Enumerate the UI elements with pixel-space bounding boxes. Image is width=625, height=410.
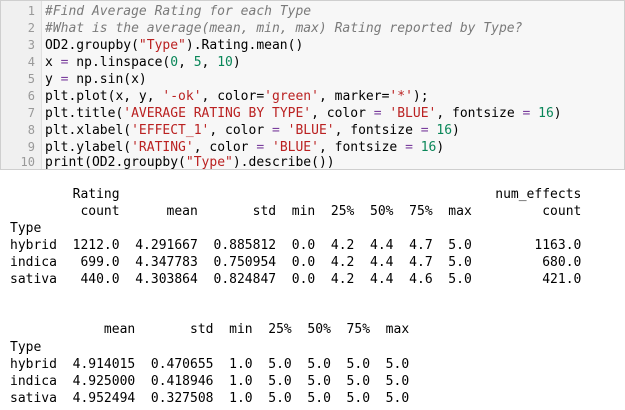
operator: = bbox=[373, 106, 382, 121]
line-number: 8 bbox=[27, 123, 35, 137]
code-token: ).Rating.mean() bbox=[185, 38, 304, 53]
code-token: ) bbox=[452, 123, 460, 138]
code-token: ) bbox=[553, 106, 562, 121]
string-literal: "Type" bbox=[185, 155, 233, 170]
code-token: plt.title( bbox=[45, 106, 124, 121]
string-literal: "Type" bbox=[138, 38, 186, 53]
table-row: sativa 4.952494 0.327508 1.0 5.0 5.0 5.0… bbox=[10, 391, 410, 406]
code-line-3[interactable]: OD2.groupby("Type").Rating.mean() bbox=[45, 37, 303, 54]
line-number: 2 bbox=[27, 21, 35, 35]
operator: = bbox=[272, 123, 280, 138]
line-number-gutter: 1 2 3 4 5 6 7 8 9 10 bbox=[1, 1, 42, 169]
line-number: 7 bbox=[27, 106, 35, 120]
code-token: np.linspace( bbox=[68, 55, 171, 70]
line-number: 10 bbox=[20, 155, 35, 169]
string-literal: 'AVERAGE RATING BY TYPE' bbox=[123, 106, 312, 121]
operator: = bbox=[256, 140, 265, 155]
code-token: plt.xlabel( bbox=[45, 123, 132, 138]
string-literal: '-ok' bbox=[162, 89, 202, 104]
code-token: plt.plot(x, y, bbox=[45, 89, 163, 104]
line-number: 3 bbox=[27, 38, 35, 52]
code-token: y bbox=[45, 72, 61, 87]
code-token: , marker= bbox=[318, 89, 390, 104]
output1-index-label: Type bbox=[10, 221, 42, 236]
code-line-10[interactable]: print(OD2.groupby("Type").describe()) bbox=[45, 154, 335, 171]
code-token: np.sin(x) bbox=[68, 72, 147, 87]
string-literal: 'BLUE' bbox=[287, 123, 335, 138]
code-token: , fontsize bbox=[436, 106, 523, 121]
operator: = bbox=[405, 140, 413, 155]
line-number: 5 bbox=[27, 72, 35, 86]
output2-index-label: Type bbox=[10, 340, 42, 355]
number-literal: 16 bbox=[420, 140, 437, 155]
code-token: , bbox=[178, 55, 194, 70]
number-literal: 5 bbox=[193, 55, 202, 70]
string-literal: 'EFFECT_1' bbox=[131, 123, 210, 138]
code-line-4[interactable]: x = np.linspace(0, 5, 10) bbox=[45, 54, 241, 71]
output1-header-2: count mean std min 25% 50% 75% max count bbox=[10, 204, 582, 219]
code-line-2[interactable]: #What is the average(mean, min, max) Rat… bbox=[45, 20, 522, 37]
code-token: , fontsize bbox=[334, 123, 421, 138]
code-token: , fontsize bbox=[318, 140, 406, 155]
code-line-7[interactable]: plt.title('AVERAGE RATING BY TYPE', colo… bbox=[45, 105, 562, 122]
code-token: ) bbox=[436, 140, 445, 155]
string-literal: 'RATING' bbox=[131, 140, 194, 155]
code-token: , color bbox=[209, 123, 272, 138]
code-token: , bbox=[201, 55, 218, 70]
code-line-6[interactable]: plt.plot(x, y, '-ok', color='green', mar… bbox=[45, 88, 429, 105]
string-literal: 'BLUE' bbox=[272, 140, 319, 155]
output2-header: mean std min 25% 50% 75% max bbox=[10, 322, 410, 337]
operator: = bbox=[420, 123, 429, 138]
string-literal: '*' bbox=[389, 89, 413, 104]
line-number: 1 bbox=[27, 4, 35, 18]
code-line-1[interactable]: #Find Average Rating for each Type bbox=[45, 3, 311, 20]
code-token: print(OD2.groupby( bbox=[45, 155, 186, 170]
table-row: hybrid 1212.0 4.291667 0.885812 0.0 4.2 … bbox=[10, 238, 582, 253]
string-literal: 'BLUE' bbox=[389, 106, 437, 121]
line-number: 4 bbox=[27, 55, 35, 69]
output1-header-1: Rating num_effects bbox=[10, 187, 582, 202]
code-token: , color= bbox=[201, 89, 265, 104]
table-row: sativa 440.0 4.303864 0.824847 0.0 4.2 4… bbox=[10, 272, 582, 287]
string-literal: 'green' bbox=[264, 89, 319, 104]
line-number: 6 bbox=[27, 89, 35, 103]
code-line-8[interactable]: plt.xlabel('EFFECT_1', color = 'BLUE', f… bbox=[45, 122, 460, 139]
code-line-5[interactable]: y = np.sin(x) bbox=[45, 71, 147, 88]
code-token: ).describe()) bbox=[232, 155, 335, 170]
code-token: , color bbox=[193, 140, 257, 155]
table-row: indica 699.0 4.347783 0.750954 0.0 4.2 4… bbox=[10, 255, 582, 270]
code-token: , color bbox=[311, 106, 374, 121]
number-literal: 10 bbox=[217, 55, 233, 70]
number-literal: 0 bbox=[170, 55, 179, 70]
table-row: indica 4.925000 0.418946 1.0 5.0 5.0 5.0… bbox=[10, 374, 410, 389]
number-literal: 16 bbox=[436, 123, 453, 138]
code-token: ) bbox=[232, 55, 241, 70]
code-cell[interactable]: 1 2 3 4 5 6 7 8 9 10 #Find Average Ratin… bbox=[0, 0, 625, 170]
table-row: hybrid 4.914015 0.470655 1.0 5.0 5.0 5.0… bbox=[10, 357, 410, 372]
code-token: plt.ylabel( bbox=[45, 140, 132, 155]
code-token: x bbox=[45, 55, 61, 70]
code-token: OD2.groupby( bbox=[45, 38, 139, 53]
comment: #What is the average(mean, min, max) Rat… bbox=[45, 21, 523, 36]
comment: #Find Average Rating for each Type bbox=[45, 4, 312, 19]
code-token: ); bbox=[412, 89, 429, 104]
number-literal: 16 bbox=[538, 106, 554, 121]
